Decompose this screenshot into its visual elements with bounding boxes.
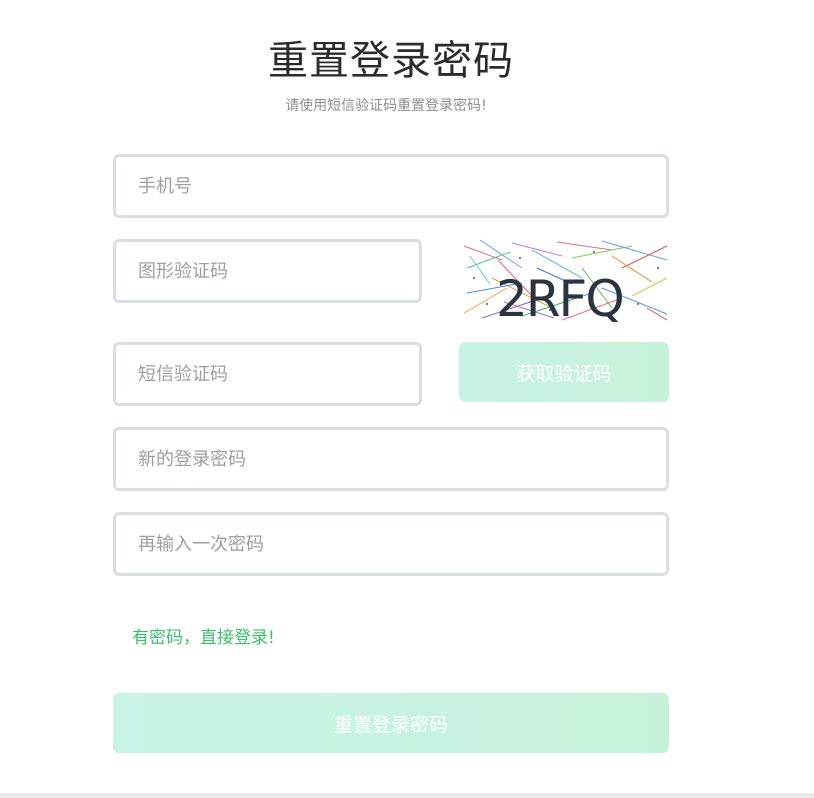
reset-password-submit-button[interactable]: 重置登录密码 bbox=[113, 693, 669, 753]
reset-password-page: 重置登录密码 请使用短信验证码重置登录密码! 手机号 图形验证码 2RFQ 短信… bbox=[0, 0, 814, 798]
get-code-button[interactable]: 获取验证码 bbox=[459, 342, 669, 402]
confirm-password-field bbox=[113, 512, 669, 576]
page-subtitle: 请使用短信验证码重置登录密码! bbox=[285, 98, 487, 114]
page-title: 重置登录密码 bbox=[268, 38, 514, 84]
sms-code-field bbox=[113, 342, 422, 406]
new-password-input[interactable] bbox=[116, 430, 666, 488]
confirm-password-input[interactable] bbox=[116, 515, 666, 573]
captcha-image[interactable]: 2RFQ bbox=[462, 238, 669, 322]
captcha-input[interactable] bbox=[116, 242, 419, 300]
captcha-text: 2RFQ bbox=[496, 270, 623, 322]
phone-input[interactable] bbox=[116, 157, 666, 215]
captcha-field bbox=[113, 239, 422, 303]
sms-code-input[interactable] bbox=[116, 345, 419, 403]
phone-field bbox=[113, 154, 669, 218]
new-password-field bbox=[113, 427, 669, 491]
bottom-divider bbox=[0, 793, 814, 798]
login-link[interactable]: 有密码，直接登录! bbox=[132, 623, 275, 648]
